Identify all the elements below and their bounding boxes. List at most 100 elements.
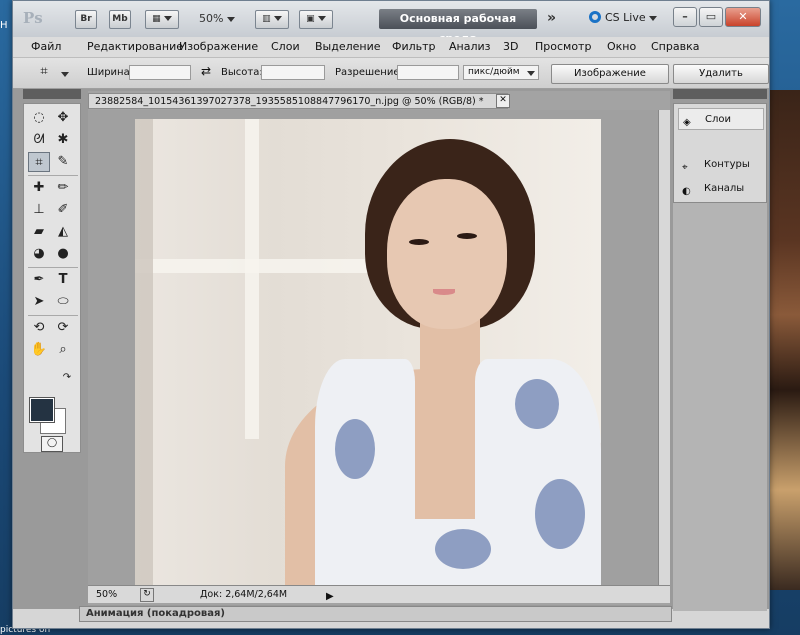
toolbox-divider (28, 175, 78, 176)
3d-rotate-tool-icon[interactable]: ⟲ (28, 318, 50, 338)
type-tool-icon[interactable]: T (52, 270, 74, 290)
foreground-color-swatch[interactable] (29, 397, 55, 423)
clear-button[interactable]: Удалить (673, 64, 769, 84)
layers-label: Слои (705, 114, 731, 125)
toolbox-divider (28, 315, 78, 316)
panel-dock: ◈ Слои ⌖ Контуры ◐ Каналы (673, 103, 767, 203)
toolbox: ◌ ✥ ᘛ ✱ ⌗ ✎ ✚ ✏ ⊥ ✐ ▰ ◭ ◕ ● ✒ T ➤ ⬭ ⟲ ⟳ … (23, 103, 81, 453)
document-tab[interactable]: 23882584_10154361397027378_1935585108847… (88, 93, 508, 109)
paths-icon: ⌖ (682, 162, 688, 173)
dodge-tool-icon[interactable]: ● (52, 244, 74, 264)
menu-image[interactable]: Изображение (179, 40, 258, 53)
channels-icon: ◐ (682, 186, 691, 197)
mini-bridge-button[interactable]: Mb (109, 10, 131, 29)
document-image[interactable] (135, 119, 601, 585)
pen-tool-icon[interactable]: ✒ (28, 270, 50, 290)
blur-tool-icon[interactable]: ◕ (28, 244, 50, 264)
layers-panel-button[interactable]: ◈ Слои (678, 108, 764, 130)
dock-empty-area (673, 203, 767, 611)
menu-view[interactable]: Просмотр (535, 40, 591, 53)
lasso-tool-icon[interactable]: ᘛ (28, 130, 50, 150)
paths-panel-button[interactable]: ⌖ Контуры (678, 154, 764, 176)
zoom-level-dropdown[interactable]: 50% (199, 12, 235, 25)
status-icon[interactable]: ↻ (140, 588, 154, 602)
cs-live-icon (589, 11, 601, 23)
menu-layers[interactable]: Слои (271, 40, 300, 53)
paint-bucket-tool-icon[interactable]: ◭ (52, 222, 74, 242)
unit-value: пикс/дюйм (468, 67, 520, 77)
minimize-button[interactable]: – (673, 7, 697, 27)
zoom-value: 50% (199, 12, 224, 25)
brush-tool-icon[interactable]: ✏ (52, 178, 74, 198)
quick-select-tool-icon[interactable]: ✱ (52, 130, 74, 150)
cs-live-button[interactable]: CS Live (589, 11, 658, 24)
chevron-down-icon (163, 16, 172, 21)
screen-mode-button[interactable]: ▣ (299, 10, 333, 29)
menu-bar: Файл Редактирование Изображение Слои Выд… (13, 37, 769, 58)
vertical-scrollbar[interactable] (658, 110, 670, 585)
canvas-area[interactable] (88, 110, 670, 585)
close-button[interactable]: ✕ (725, 7, 761, 27)
animation-panel-tab[interactable]: Анимация (покадровая) (79, 606, 672, 622)
eraser-tool-icon[interactable]: ▰ (28, 222, 50, 242)
history-brush-tool-icon[interactable]: ✐ (52, 200, 74, 220)
width-input[interactable] (129, 65, 191, 80)
swap-colors-icon[interactable]: ↷ (56, 368, 78, 388)
menu-analysis[interactable]: Анализ (449, 40, 491, 53)
shape-tool-icon[interactable]: ⬭ (52, 292, 74, 312)
desktop-text: Н (0, 20, 8, 31)
screen-icon: ▣ (306, 14, 315, 24)
width-label: Ширина: (87, 67, 134, 78)
view-extras-button[interactable]: ▦ (145, 10, 179, 29)
front-image-button[interactable]: Изображение (551, 64, 669, 84)
arrange-documents-button[interactable]: ▥ (255, 10, 289, 29)
eyedropper-tool-icon[interactable]: ✎ (52, 152, 74, 172)
dock-header[interactable] (673, 89, 767, 99)
healing-brush-tool-icon[interactable]: ✚ (28, 178, 50, 198)
quick-mask-button[interactable]: ◯ (41, 436, 63, 452)
menu-filter[interactable]: Фильтр (392, 40, 436, 53)
resolution-label: Разрешение: (335, 67, 403, 78)
path-select-tool-icon[interactable]: ➤ (28, 292, 50, 312)
window-frame (135, 119, 153, 585)
status-bar: 50% ↻ Док: 2,64M/2,64M ▶ (88, 585, 670, 603)
dress-pattern (335, 419, 375, 479)
status-zoom[interactable]: 50% (96, 586, 117, 603)
height-input[interactable] (261, 65, 325, 80)
application-bar: Ps Br Mb ▦ 50% ▥ ▣ Основная рабочая сред… (13, 1, 769, 45)
toolbox-header[interactable] (23, 89, 81, 99)
menu-window[interactable]: Окно (607, 40, 636, 53)
crop-tool-preset-icon[interactable]: ⌗ (33, 62, 55, 82)
3d-orbit-tool-icon[interactable]: ⟳ (52, 318, 74, 338)
work-area: ◌ ✥ ᘛ ✱ ⌗ ✎ ✚ ✏ ⊥ ✐ ▰ ◭ ◕ ● ✒ T ➤ ⬭ ⟲ ⟳ … (13, 89, 769, 611)
bridge-button[interactable]: Br (75, 10, 97, 29)
chevron-down-icon (226, 16, 235, 22)
channels-panel-button[interactable]: ◐ Каналы (678, 178, 764, 200)
crop-tool-icon[interactable]: ⌗ (28, 152, 50, 172)
more-workspaces-icon[interactable]: » (547, 10, 556, 26)
toolbox-divider (28, 267, 78, 268)
cs-live-label: CS Live (605, 11, 646, 24)
close-icon[interactable]: ✕ (496, 94, 510, 108)
maximize-button[interactable]: ▭ (699, 7, 723, 27)
swap-icon[interactable]: ⇄ (201, 64, 211, 78)
zoom-tool-icon[interactable]: ⌕ (52, 340, 74, 360)
menu-select[interactable]: Выделение (315, 40, 381, 53)
resolution-unit-select[interactable]: пикс/дюйм (463, 65, 539, 80)
menu-3d[interactable]: 3D (503, 40, 518, 53)
menu-help[interactable]: Справка (651, 40, 699, 53)
chevron-down-icon (273, 16, 282, 21)
eye (409, 239, 429, 245)
clone-stamp-tool-icon[interactable]: ⊥ (28, 200, 50, 220)
marquee-tool-icon[interactable]: ◌ (28, 108, 50, 128)
hand-tool-icon[interactable]: ✋ (28, 340, 50, 360)
chevron-down-icon (649, 15, 658, 21)
menu-edit[interactable]: Редактирование (87, 40, 183, 53)
document-window: 23882584_10154361397027378_1935585108847… (88, 91, 670, 605)
resolution-input[interactable] (397, 65, 459, 80)
chevron-down-icon[interactable] (61, 72, 69, 77)
menu-file[interactable]: Файл (31, 40, 61, 53)
status-menu-icon[interactable]: ▶ (326, 588, 334, 605)
move-tool-icon[interactable]: ✥ (52, 108, 74, 128)
workspace-switcher[interactable]: Основная рабочая среда (379, 9, 537, 45)
